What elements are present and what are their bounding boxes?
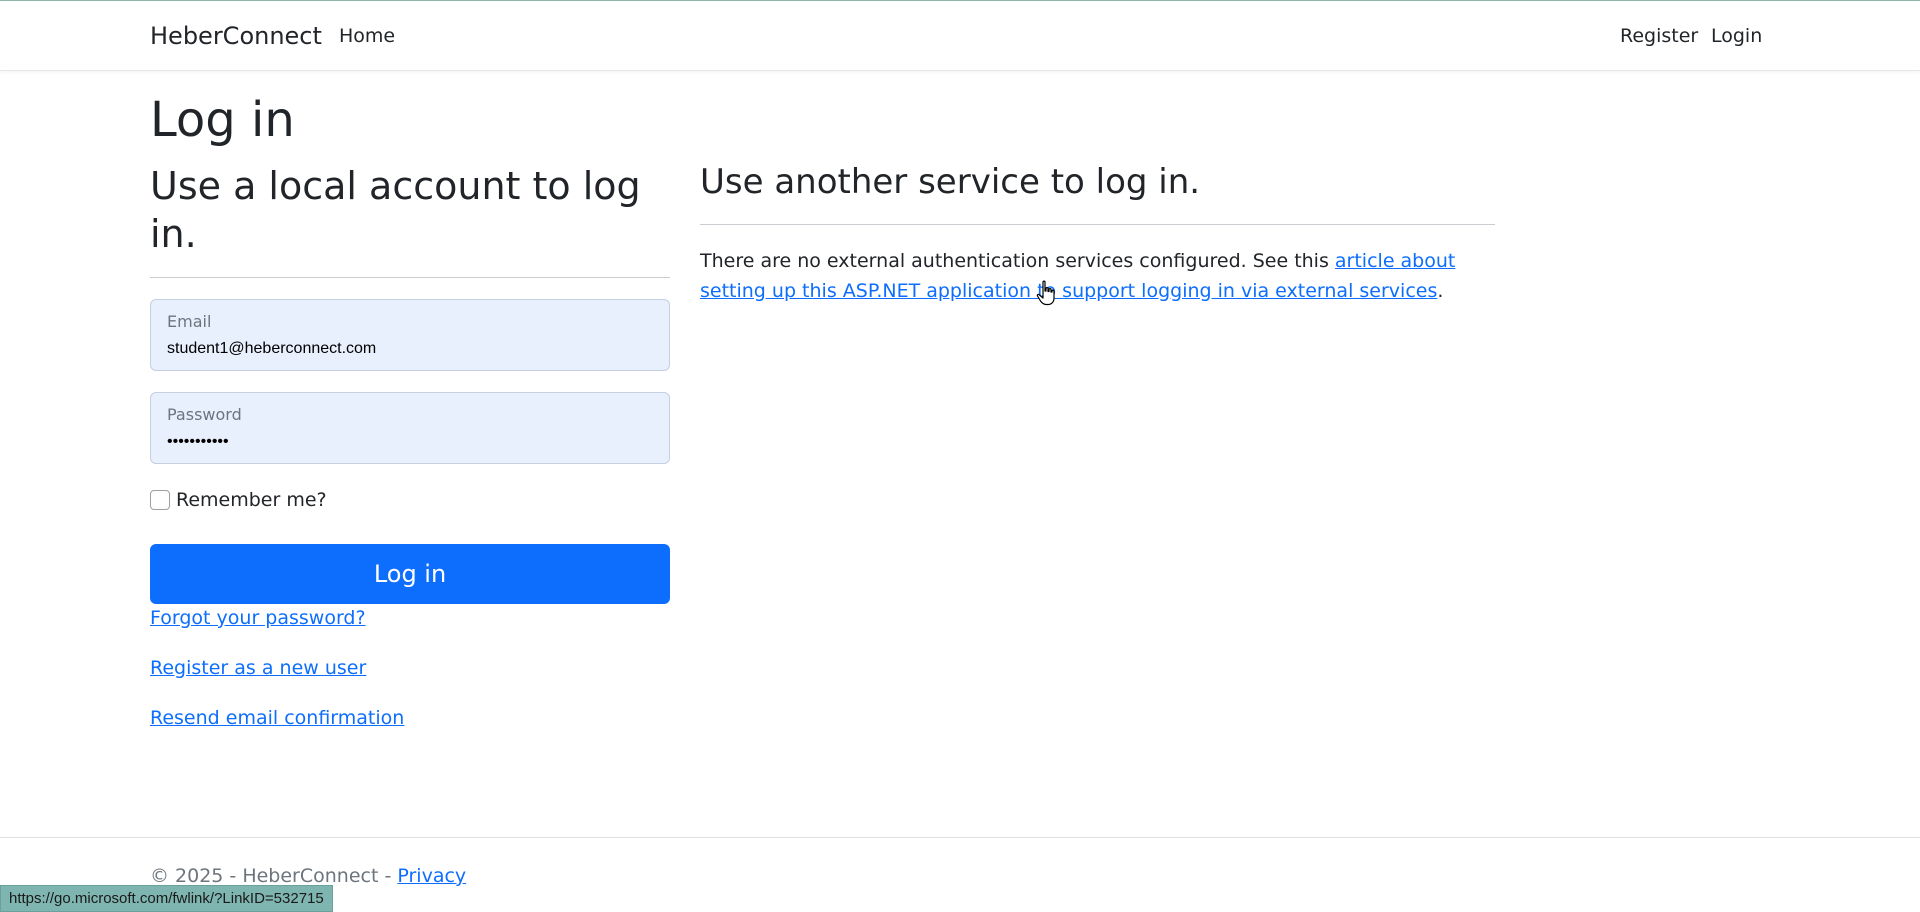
external-service-heading: Use another service to log in. [700, 162, 1201, 202]
login-button[interactable]: Log in [150, 544, 670, 604]
email-input[interactable] [167, 340, 647, 358]
password-input[interactable]: ••••••••••• [167, 433, 647, 451]
remember-me[interactable]: Remember me? [150, 488, 327, 512]
remember-me-label[interactable]: Remember me? [176, 489, 327, 511]
status-bar-url: https://go.microsoft.com/fwlink/?LinkID=… [0, 885, 333, 912]
remember-me-checkbox[interactable] [150, 490, 170, 510]
email-label: Email [167, 312, 212, 331]
page-title: Log in [150, 92, 295, 148]
register-new-user-link[interactable]: Register as a new user [150, 657, 366, 679]
divider [150, 277, 670, 278]
footer-copyright: © 2025 - HeberConnect - [150, 865, 398, 887]
external-text-after: . [1437, 280, 1444, 302]
nav-home-link[interactable]: Home [339, 25, 395, 47]
navbar: HeberConnect Home Register Login [0, 1, 1920, 71]
footer-divider [0, 837, 1920, 838]
divider [700, 224, 1495, 225]
nav-register-link[interactable]: Register [1620, 25, 1698, 47]
email-field[interactable]: Email [150, 299, 670, 371]
forgot-password-link[interactable]: Forgot your password? [150, 607, 366, 629]
nav-login-link[interactable]: Login [1711, 25, 1762, 47]
local-account-heading: Use a local account to log in. [150, 164, 641, 256]
external-text-before: There are no external authentication ser… [700, 250, 1335, 272]
brand-link[interactable]: HeberConnect [150, 22, 322, 50]
hand-pointer-icon [1036, 280, 1055, 306]
privacy-link[interactable]: Privacy [397, 865, 466, 887]
resend-confirmation-link[interactable]: Resend email confirmation [150, 707, 404, 729]
password-field[interactable]: Password ••••••••••• [150, 392, 670, 464]
password-label: Password [167, 405, 242, 424]
footer: © 2025 - HeberConnect - Privacy [150, 865, 466, 887]
external-services-text: There are no external authentication ser… [700, 246, 1500, 306]
